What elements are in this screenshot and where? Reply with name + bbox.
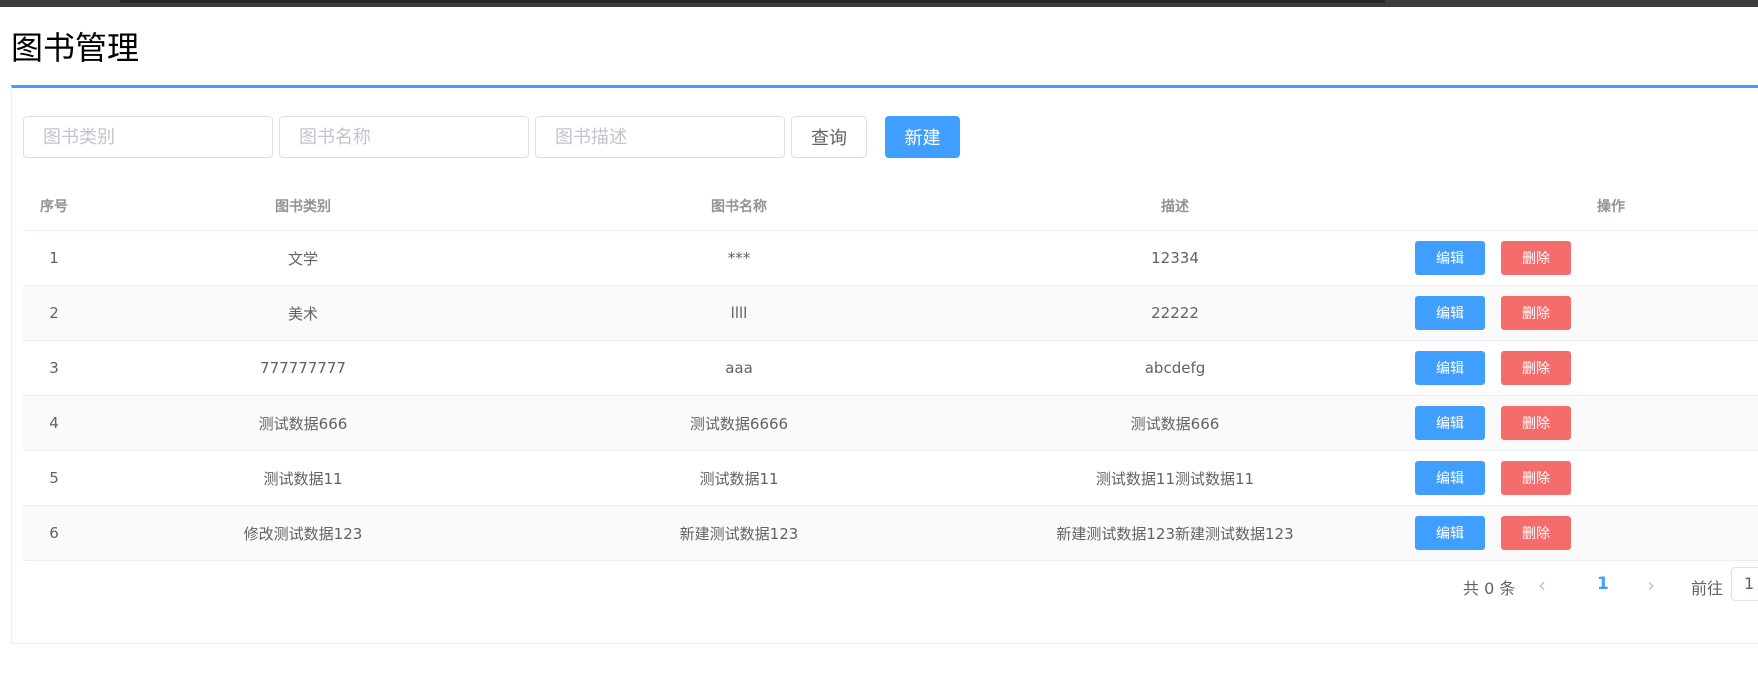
page-number-1[interactable]: 1 <box>1597 574 1609 594</box>
row-name: 测试数据6666 <box>689 414 789 433</box>
row-index: 6 <box>49 524 59 542</box>
category-search-input[interactable] <box>23 116 273 158</box>
row-actions: 编辑 删除 <box>1393 231 1758 285</box>
edit-button[interactable]: 编辑 <box>1415 351 1485 385</box>
row-name: 测试数据11 <box>699 469 779 488</box>
row-desc: 测试数据11测试数据11 <box>1095 469 1255 488</box>
header-actions: 操作 <box>1597 198 1625 215</box>
row-actions: 编辑 删除 <box>1393 451 1758 505</box>
content-card: 查询 新建 序号 图书类别 图书名称 描述 操作 1 文学 *** 12334 … <box>11 85 1758 644</box>
row-category: 修改测试数据123 <box>243 524 363 543</box>
row-index: 3 <box>49 359 59 377</box>
row-actions: 编辑 删除 <box>1393 341 1758 395</box>
row-actions: 编辑 删除 <box>1393 396 1758 450</box>
row-index: 1 <box>49 249 59 267</box>
chevron-left-icon[interactable]: ‹ <box>1538 573 1546 597</box>
header-category: 图书类别 <box>275 198 331 215</box>
delete-button[interactable]: 删除 <box>1501 406 1571 440</box>
row-index: 5 <box>49 469 59 487</box>
tab-strip <box>120 0 1385 3</box>
table-row: 5 测试数据11 测试数据11 测试数据11测试数据11 编辑 删除 <box>23 451 1758 506</box>
row-actions: 编辑 删除 <box>1393 506 1758 560</box>
table-row: 6 修改测试数据123 新建测试数据123 新建测试数据123新建测试数据123… <box>23 506 1758 561</box>
goto-label: 前往 <box>1691 579 1724 598</box>
table-row: 2 美术 llll 22222 编辑 删除 <box>23 286 1758 341</box>
row-name: aaa <box>725 359 753 377</box>
table-row: 1 文学 *** 12334 编辑 删除 <box>23 231 1758 286</box>
edit-button[interactable]: 编辑 <box>1415 296 1485 330</box>
row-desc: 12334 <box>1151 249 1199 267</box>
row-category: 测试数据666 <box>258 414 348 433</box>
header-name: 图书名称 <box>711 198 767 215</box>
row-name: *** <box>727 249 751 267</box>
edit-button[interactable]: 编辑 <box>1415 406 1485 440</box>
row-desc: 22222 <box>1151 304 1199 322</box>
table-row: 4 测试数据666 测试数据6666 测试数据666 编辑 删除 <box>23 396 1758 451</box>
pagination: 共 0 条 ‹ 1 › 前往 1 <box>12 567 1758 603</box>
desc-search-input[interactable] <box>535 116 785 158</box>
page-title: 图书管理 <box>11 29 140 67</box>
header-desc: 描述 <box>1161 198 1189 215</box>
pagination-total: 共 0 条 <box>1463 579 1516 598</box>
delete-button[interactable]: 删除 <box>1501 351 1571 385</box>
row-index: 4 <box>49 414 59 432</box>
row-desc: abcdefg <box>1144 359 1206 377</box>
row-actions: 编辑 删除 <box>1393 286 1758 340</box>
table-header: 序号 图书类别 图书名称 描述 操作 <box>23 181 1758 231</box>
query-button[interactable]: 查询 <box>791 116 867 158</box>
delete-button[interactable]: 删除 <box>1501 241 1571 275</box>
create-button[interactable]: 新建 <box>885 116 960 158</box>
row-name: 新建测试数据123 <box>679 524 799 543</box>
name-search-input[interactable] <box>279 116 529 158</box>
header-index: 序号 <box>40 198 68 215</box>
row-desc: 测试数据666 <box>1130 414 1220 433</box>
edit-button[interactable]: 编辑 <box>1415 241 1485 275</box>
row-name: llll <box>730 304 748 322</box>
window-top-bar <box>0 0 1758 7</box>
delete-button[interactable]: 删除 <box>1501 461 1571 495</box>
goto-page-input[interactable]: 1 <box>1731 567 1758 601</box>
delete-button[interactable]: 删除 <box>1501 516 1571 550</box>
edit-button[interactable]: 编辑 <box>1415 516 1485 550</box>
row-category: 测试数据11 <box>263 469 343 488</box>
delete-button[interactable]: 删除 <box>1501 296 1571 330</box>
row-category: 777777777 <box>260 359 346 377</box>
row-index: 2 <box>49 304 59 322</box>
edit-button[interactable]: 编辑 <box>1415 461 1485 495</box>
row-desc: 新建测试数据123新建测试数据123 <box>1056 524 1294 543</box>
row-category: 美术 <box>287 304 318 323</box>
chevron-right-icon[interactable]: › <box>1647 573 1655 597</box>
books-table: 序号 图书类别 图书名称 描述 操作 1 文学 *** 12334 编辑 删除 … <box>23 181 1758 561</box>
row-category: 文学 <box>287 249 318 268</box>
table-row: 3 777777777 aaa abcdefg 编辑 删除 <box>23 341 1758 396</box>
